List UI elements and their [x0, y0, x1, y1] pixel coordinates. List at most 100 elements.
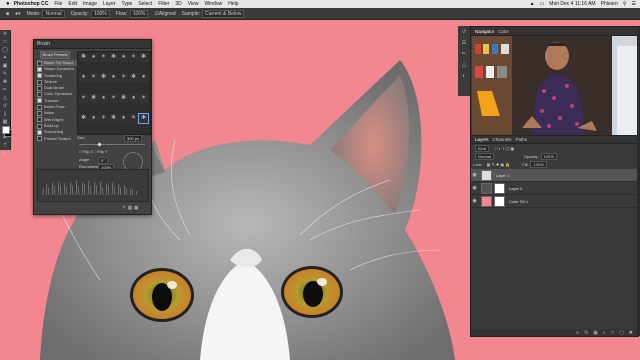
- brush-option-checkbox[interactable]: [37, 104, 42, 110]
- tab-paths[interactable]: Paths: [516, 137, 528, 142]
- brush-tip-preset[interactable]: ●: [139, 73, 148, 83]
- gradient-tool-icon[interactable]: ▦: [1, 119, 9, 126]
- brush-tip-preset[interactable]: ●: [109, 73, 118, 83]
- link-layers-icon[interactable]: ∞: [576, 330, 580, 336]
- brush-tip-preset[interactable]: ✶: [99, 113, 108, 123]
- brush-option-checkbox[interactable]: [37, 85, 42, 91]
- apple-icon[interactable]: ●: [6, 1, 10, 7]
- flip-x-checkbox[interactable]: □: [79, 149, 81, 154]
- brush-tip-preset[interactable]: ✶: [79, 93, 88, 103]
- size-slider[interactable]: [79, 144, 145, 145]
- history-icon[interactable]: ↺: [460, 29, 468, 37]
- path-select-icon[interactable]: ➤: [1, 151, 9, 158]
- visibility-eye-icon[interactable]: ◉: [471, 172, 478, 178]
- eyedropper-tool-icon[interactable]: ✎: [1, 71, 9, 78]
- brush-tip-preset[interactable]: ✱: [119, 93, 128, 103]
- visibility-eye-icon[interactable]: ◉: [471, 198, 478, 204]
- brush-tip-preset[interactable]: ✶: [139, 93, 148, 103]
- opacity-field[interactable]: 100%: [90, 9, 110, 18]
- brush-option-checkbox[interactable]: [37, 66, 42, 72]
- trash-icon[interactable]: ✖: [629, 330, 633, 336]
- flip-y-checkbox[interactable]: □: [94, 149, 96, 154]
- flow-field[interactable]: 100%: [129, 9, 149, 18]
- tab-color[interactable]: Color: [498, 29, 509, 34]
- size-field[interactable]: 300 px: [124, 135, 143, 142]
- clone-stamp-tool-icon[interactable]: ■: [6, 11, 9, 17]
- brush-tip-preset[interactable]: ●: [99, 93, 108, 103]
- move-tool-icon[interactable]: ✛: [1, 31, 9, 38]
- search-icon[interactable]: ⚲: [623, 1, 627, 7]
- brush-tip-preset[interactable]: ✱: [109, 53, 118, 62]
- blend-mode-select[interactable]: Normal: [475, 152, 494, 160]
- brush-tip-preset[interactable]: ✱: [139, 53, 148, 62]
- layer-row-color-fill[interactable]: ◉ Color Fill 1: [471, 195, 638, 208]
- type-tool-icon[interactable]: T: [1, 143, 9, 150]
- brush-option-checkbox[interactable]: [37, 92, 42, 98]
- filter-icons[interactable]: □ ◐ T ▢ ▣: [495, 146, 514, 151]
- menu-file[interactable]: File: [54, 1, 62, 7]
- brush-presets-button[interactable]: Brush Presets: [40, 51, 70, 59]
- brush-option-checkbox[interactable]: [37, 129, 42, 135]
- brush-tip-preset[interactable]: ●: [89, 113, 98, 123]
- app-name[interactable]: Photoshop CC: [14, 1, 49, 7]
- brush-option-checkbox[interactable]: [37, 136, 42, 142]
- lasso-tool-icon[interactable]: ◯: [1, 47, 9, 54]
- brush-tip-preset[interactable]: ●: [89, 53, 98, 62]
- wifi-icon[interactable]: ▲: [530, 1, 535, 7]
- layer-name[interactable]: Layer 0: [509, 186, 522, 191]
- brush-tool-icon[interactable]: ✏: [1, 87, 9, 94]
- tab-navigator[interactable]: Navigator: [475, 29, 494, 34]
- brush-tip-preset[interactable]: ✶: [129, 113, 138, 123]
- brush-option-checkbox[interactable]: [37, 60, 42, 66]
- brush-preset-picker[interactable]: ●▾: [15, 11, 21, 17]
- layer-name[interactable]: Color Fill 1: [509, 199, 528, 204]
- visibility-eye-icon[interactable]: ◉: [471, 185, 478, 191]
- layer-mask-thumbnail[interactable]: [494, 182, 505, 194]
- quick-select-tool-icon[interactable]: ✦: [1, 55, 9, 62]
- grid-icon[interactable]: ▦: [128, 205, 133, 211]
- tab-channels[interactable]: Channels: [493, 137, 512, 142]
- eraser-tool-icon[interactable]: ▯: [1, 111, 9, 118]
- foreground-color-swatch[interactable]: [2, 126, 10, 134]
- layer-opacity-field[interactable]: 100%: [540, 152, 557, 160]
- brush-tip-preset[interactable]: ✶: [119, 73, 128, 83]
- user-name[interactable]: Phlearn: [601, 1, 618, 7]
- healing-tool-icon[interactable]: ✚: [1, 79, 9, 86]
- brush-option-checkbox[interactable]: [37, 111, 42, 117]
- clone-source-icon[interactable]: △: [460, 62, 468, 70]
- mode-select[interactable]: Normal: [42, 9, 65, 18]
- properties-icon[interactable]: ☰: [460, 40, 468, 48]
- size-slider-knob[interactable]: [97, 141, 102, 147]
- brush-tip-preset[interactable]: ✱: [138, 112, 149, 124]
- brush-option-checkbox[interactable]: [37, 79, 42, 85]
- menu-window[interactable]: Window: [204, 1, 222, 7]
- lock-icons[interactable]: ▦ ✎ ✚ ▣ 🔒: [487, 162, 511, 167]
- angle-field[interactable]: 0°: [98, 157, 108, 164]
- add-mask-icon[interactable]: ▣: [593, 330, 598, 336]
- menu-layer[interactable]: Layer: [103, 1, 116, 7]
- adjustment-layer-icon[interactable]: ◐: [603, 330, 606, 336]
- layer-row-layer-0[interactable]: ◉ Layer 0: [471, 182, 638, 195]
- adjustments-icon[interactable]: ◐: [460, 73, 468, 81]
- brush-tip-preset[interactable]: ✶: [129, 53, 138, 62]
- history-brush-icon[interactable]: ↺: [1, 103, 9, 110]
- brush-tip-preset[interactable]: ✱: [79, 53, 88, 62]
- brush-tip-preset[interactable]: ✱: [79, 113, 88, 123]
- new-preset-icon[interactable]: ▣: [134, 205, 139, 211]
- sample-select[interactable]: Current & Below: [202, 9, 245, 18]
- brush-panel-icon[interactable]: ✏: [460, 51, 468, 59]
- menu-select[interactable]: Select: [138, 1, 152, 7]
- brush-option-checkbox[interactable]: [37, 123, 42, 129]
- menu-3d[interactable]: 3D: [175, 1, 181, 7]
- crop-tool-icon[interactable]: ▣: [1, 63, 9, 70]
- marquee-tool-icon[interactable]: □: [1, 39, 9, 46]
- menu-view[interactable]: View: [188, 1, 199, 7]
- brush-option-checkbox[interactable]: [37, 98, 42, 104]
- tab-layers[interactable]: Layers: [475, 137, 489, 142]
- menu-edit[interactable]: Edit: [68, 1, 77, 7]
- brush-tip-preset[interactable]: ✱: [99, 73, 108, 83]
- brush-tip-preset[interactable]: ●: [119, 53, 128, 62]
- layer-row-layer-1[interactable]: ◉ Layer 1: [471, 169, 638, 182]
- battery-icon[interactable]: ▭: [540, 1, 545, 7]
- brush-tip-preset[interactable]: ✶: [109, 93, 118, 103]
